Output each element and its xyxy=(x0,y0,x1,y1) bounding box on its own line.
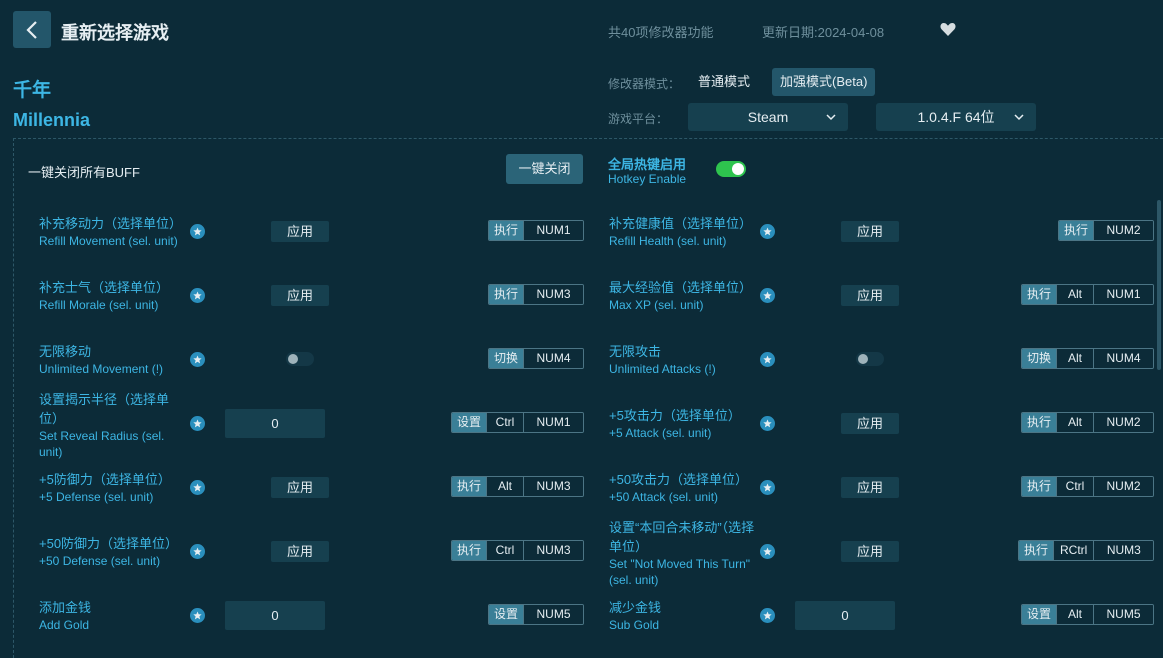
cheat-name-cn: 设置“本回合未移动”（选择单位） xyxy=(609,520,755,554)
star-icon[interactable] xyxy=(760,416,775,431)
version-select[interactable]: 1.0.4.F 64位 xyxy=(876,103,1036,131)
hotkey-key: Ctrl xyxy=(1056,477,1094,496)
hotkey-key: NUM3 xyxy=(1093,541,1154,560)
hotkey-key: RCtrl xyxy=(1053,541,1094,560)
cheat-name-en: Sub Gold xyxy=(609,617,660,632)
platform-label: 游戏平台： xyxy=(608,112,669,126)
cheat-row: 补充健康值（选择单位） Refill Health (sel. unit) 应用 执行… xyxy=(0,198,1163,262)
cheat-name-en: +50 Attack (sel. unit) xyxy=(609,489,719,504)
hotkey-group[interactable]: 执行 Ctrl NUM2 xyxy=(1021,476,1155,497)
hotkey-action[interactable]: 执行 xyxy=(1022,413,1057,432)
hotkey-action[interactable]: 切换 xyxy=(1022,349,1057,368)
hotkey-key: NUM2 xyxy=(1093,413,1154,432)
cheat-name-cn: 最大经验值（选择单位） xyxy=(609,279,753,295)
cheat-name: +5攻击力（选择单位） +5 Attack (sel. unit) xyxy=(609,406,755,441)
back-button[interactable] xyxy=(13,11,51,48)
hotkey-key: NUM5 xyxy=(1093,605,1154,624)
cheat-name-cn: 补充健康值（选择单位） xyxy=(609,215,753,231)
chevron-down-icon xyxy=(1014,114,1024,121)
cheat-row: 设置“本回合未移动”（选择单位） Set "Not Moved This Turn… xyxy=(0,518,1163,587)
mode-label: 修改器模式： xyxy=(608,77,681,91)
platform-value: Steam xyxy=(747,109,789,125)
hotkey-group[interactable]: 切换 Alt NUM4 xyxy=(1021,348,1155,369)
close-all-buff-button[interactable]: 一键关闭 xyxy=(506,154,583,184)
hotkey-label-cn: 全局热键启用 xyxy=(608,157,687,172)
update-date: 更新日期:2024-04-08 xyxy=(762,25,885,40)
cheat-name-cn: 无限攻击 xyxy=(609,343,662,359)
star-icon[interactable] xyxy=(760,288,775,303)
cheat-name-cn: +5攻击力（选择单位） xyxy=(609,407,741,423)
apply-button[interactable]: 应用 xyxy=(841,220,899,242)
mode-enhanced-button[interactable]: 加强模式(Beta) xyxy=(772,68,876,96)
cheat-name-en: Max XP (sel. unit) xyxy=(609,297,704,312)
hotkey-group[interactable]: 执行 Alt NUM2 xyxy=(1021,412,1155,433)
hotkey-key: Alt xyxy=(1056,605,1094,624)
heart-icon[interactable] xyxy=(939,20,957,38)
game-name-cn: 千年 xyxy=(13,80,52,101)
cheat-name-en: Unlimited Attacks (!) xyxy=(609,361,716,376)
apply-button[interactable]: 应用 xyxy=(841,412,899,434)
hotkey-action[interactable]: 执行 xyxy=(1059,221,1094,240)
hotkey-key: Alt xyxy=(1056,413,1094,432)
hotkey-group[interactable]: 执行 NUM2 xyxy=(1058,220,1155,241)
cheat-name-en: +5 Attack (sel. unit) xyxy=(609,425,712,440)
hotkey-action[interactable]: 执行 xyxy=(1022,477,1057,496)
hotkey-action[interactable]: 执行 xyxy=(1022,285,1057,304)
hotkey-group[interactable]: 设置 Alt NUM5 xyxy=(1021,604,1155,625)
apply-button[interactable]: 应用 xyxy=(841,284,899,306)
mode-normal-button[interactable]: 普通模式 xyxy=(689,68,759,96)
cheat-name-cn: +50攻击力（选择单位） xyxy=(609,471,749,487)
hotkey-key: NUM1 xyxy=(1093,285,1154,304)
hotkey-key: NUM2 xyxy=(1093,221,1154,240)
version-value: 1.0.4.F 64位 xyxy=(917,109,995,125)
chevron-left-icon xyxy=(26,20,37,39)
feature-count: 共40项修改器功能 xyxy=(608,25,714,40)
star-icon[interactable] xyxy=(760,608,775,623)
hotkey-group[interactable]: 执行 RCtrl NUM3 xyxy=(1018,540,1155,561)
star-icon[interactable] xyxy=(760,544,775,559)
cheat-name: +50攻击力（选择单位） +50 Attack (sel. unit) xyxy=(609,470,755,505)
scrollbar[interactable] xyxy=(1157,200,1161,370)
cheat-name: 无限攻击 Unlimited Attacks (!) xyxy=(609,342,755,377)
chevron-down-icon xyxy=(826,114,836,121)
cheat-row: 减少金钱 Sub Gold 0 设置 Alt NUM5 xyxy=(0,582,1163,646)
cheat-name-cn: 减少金钱 xyxy=(609,599,662,615)
star-icon[interactable] xyxy=(760,224,775,239)
close-all-buff-label: 一键关闭所有BUFF xyxy=(28,165,140,180)
star-icon[interactable] xyxy=(760,352,775,367)
cheat-name: 最大经验值（选择单位） Max XP (sel. unit) xyxy=(609,278,755,313)
hotkey-action[interactable]: 执行 xyxy=(1019,541,1054,560)
cheat-row: +5攻击力（选择单位） +5 Attack (sel. unit) 应用 执行 Alt N… xyxy=(0,390,1163,454)
cheat-row: 无限攻击 Unlimited Attacks (!) 切换 Alt NUM4 xyxy=(0,326,1163,390)
cheat-name: 减少金钱 Sub Gold xyxy=(609,598,755,633)
hotkey-key: Alt xyxy=(1056,349,1094,368)
cheat-toggle[interactable] xyxy=(856,352,884,366)
cheat-name: 补充健康值（选择单位） Refill Health (sel. unit) xyxy=(609,214,755,249)
platform-select[interactable]: Steam xyxy=(688,103,848,131)
cheat-name-en: Refill Health (sel. unit) xyxy=(609,233,727,248)
hotkey-key: NUM4 xyxy=(1093,349,1154,368)
hotkey-label-en: Hotkey Enable xyxy=(608,172,687,186)
game-name-en: Millennia xyxy=(13,110,91,130)
page-title: 重新选择游戏 xyxy=(61,23,169,43)
cheat-row: 最大经验值（选择单位） Max XP (sel. unit) 应用 执行 Alt NUM1 xyxy=(0,262,1163,326)
hotkey-toggle[interactable] xyxy=(716,161,746,177)
star-icon[interactable] xyxy=(760,480,775,495)
cheat-row: +50攻击力（选择单位） +50 Attack (sel. unit) 应用 执行 Ct… xyxy=(0,454,1163,518)
apply-button[interactable]: 应用 xyxy=(841,540,899,562)
hotkey-group[interactable]: 执行 Alt NUM1 xyxy=(1021,284,1155,305)
hotkey-key: Alt xyxy=(1056,285,1094,304)
cheat-name: 设置“本回合未移动”（选择单位） Set "Not Moved This Turn… xyxy=(609,518,755,588)
hotkey-action[interactable]: 设置 xyxy=(1022,605,1057,624)
value-input[interactable]: 0 xyxy=(795,600,895,630)
hotkey-key: NUM2 xyxy=(1093,477,1154,496)
apply-button[interactable]: 应用 xyxy=(841,476,899,498)
